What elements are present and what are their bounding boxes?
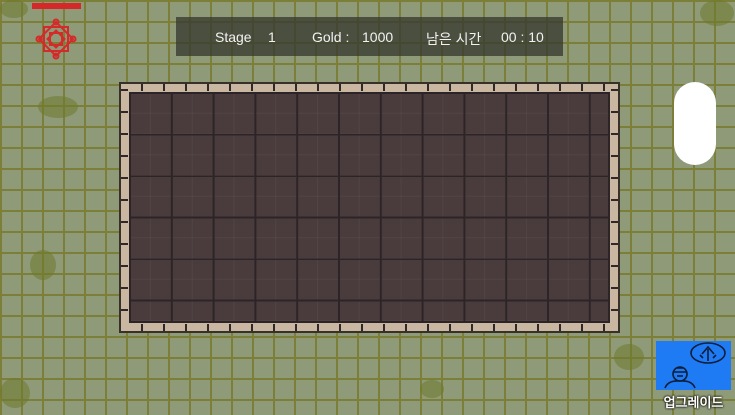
upgrade-label: 업그레이드 [663,395,724,410]
side-control[interactable] [674,82,716,165]
game-board[interactable] [119,82,620,333]
upgrade-arrow-icon [664,342,726,389]
board-grid[interactable] [129,92,610,323]
time-remaining-label: 남은 시간 [426,31,482,47]
stage-label: Stage [215,29,252,45]
moss-decoration [0,0,28,18]
stage-value: 1 [268,29,276,45]
gold-label: Gold : [312,29,350,45]
moss-decoration [0,378,30,408]
upgrade-button[interactable] [656,341,731,390]
stage-info-panel: Stage 1 Gold : 1000 남은 시간 00 : 10 [176,17,563,56]
time-remaining-value: 00 : 10 [501,29,544,45]
red-rune-icon [35,18,77,60]
gold-value: 1000 [362,29,394,45]
player-health-bar [32,3,81,9]
moss-decoration [614,344,644,370]
moss-decoration [30,250,56,280]
moss-decoration [700,0,734,26]
moss-decoration [420,380,444,398]
moss-decoration [38,96,78,118]
